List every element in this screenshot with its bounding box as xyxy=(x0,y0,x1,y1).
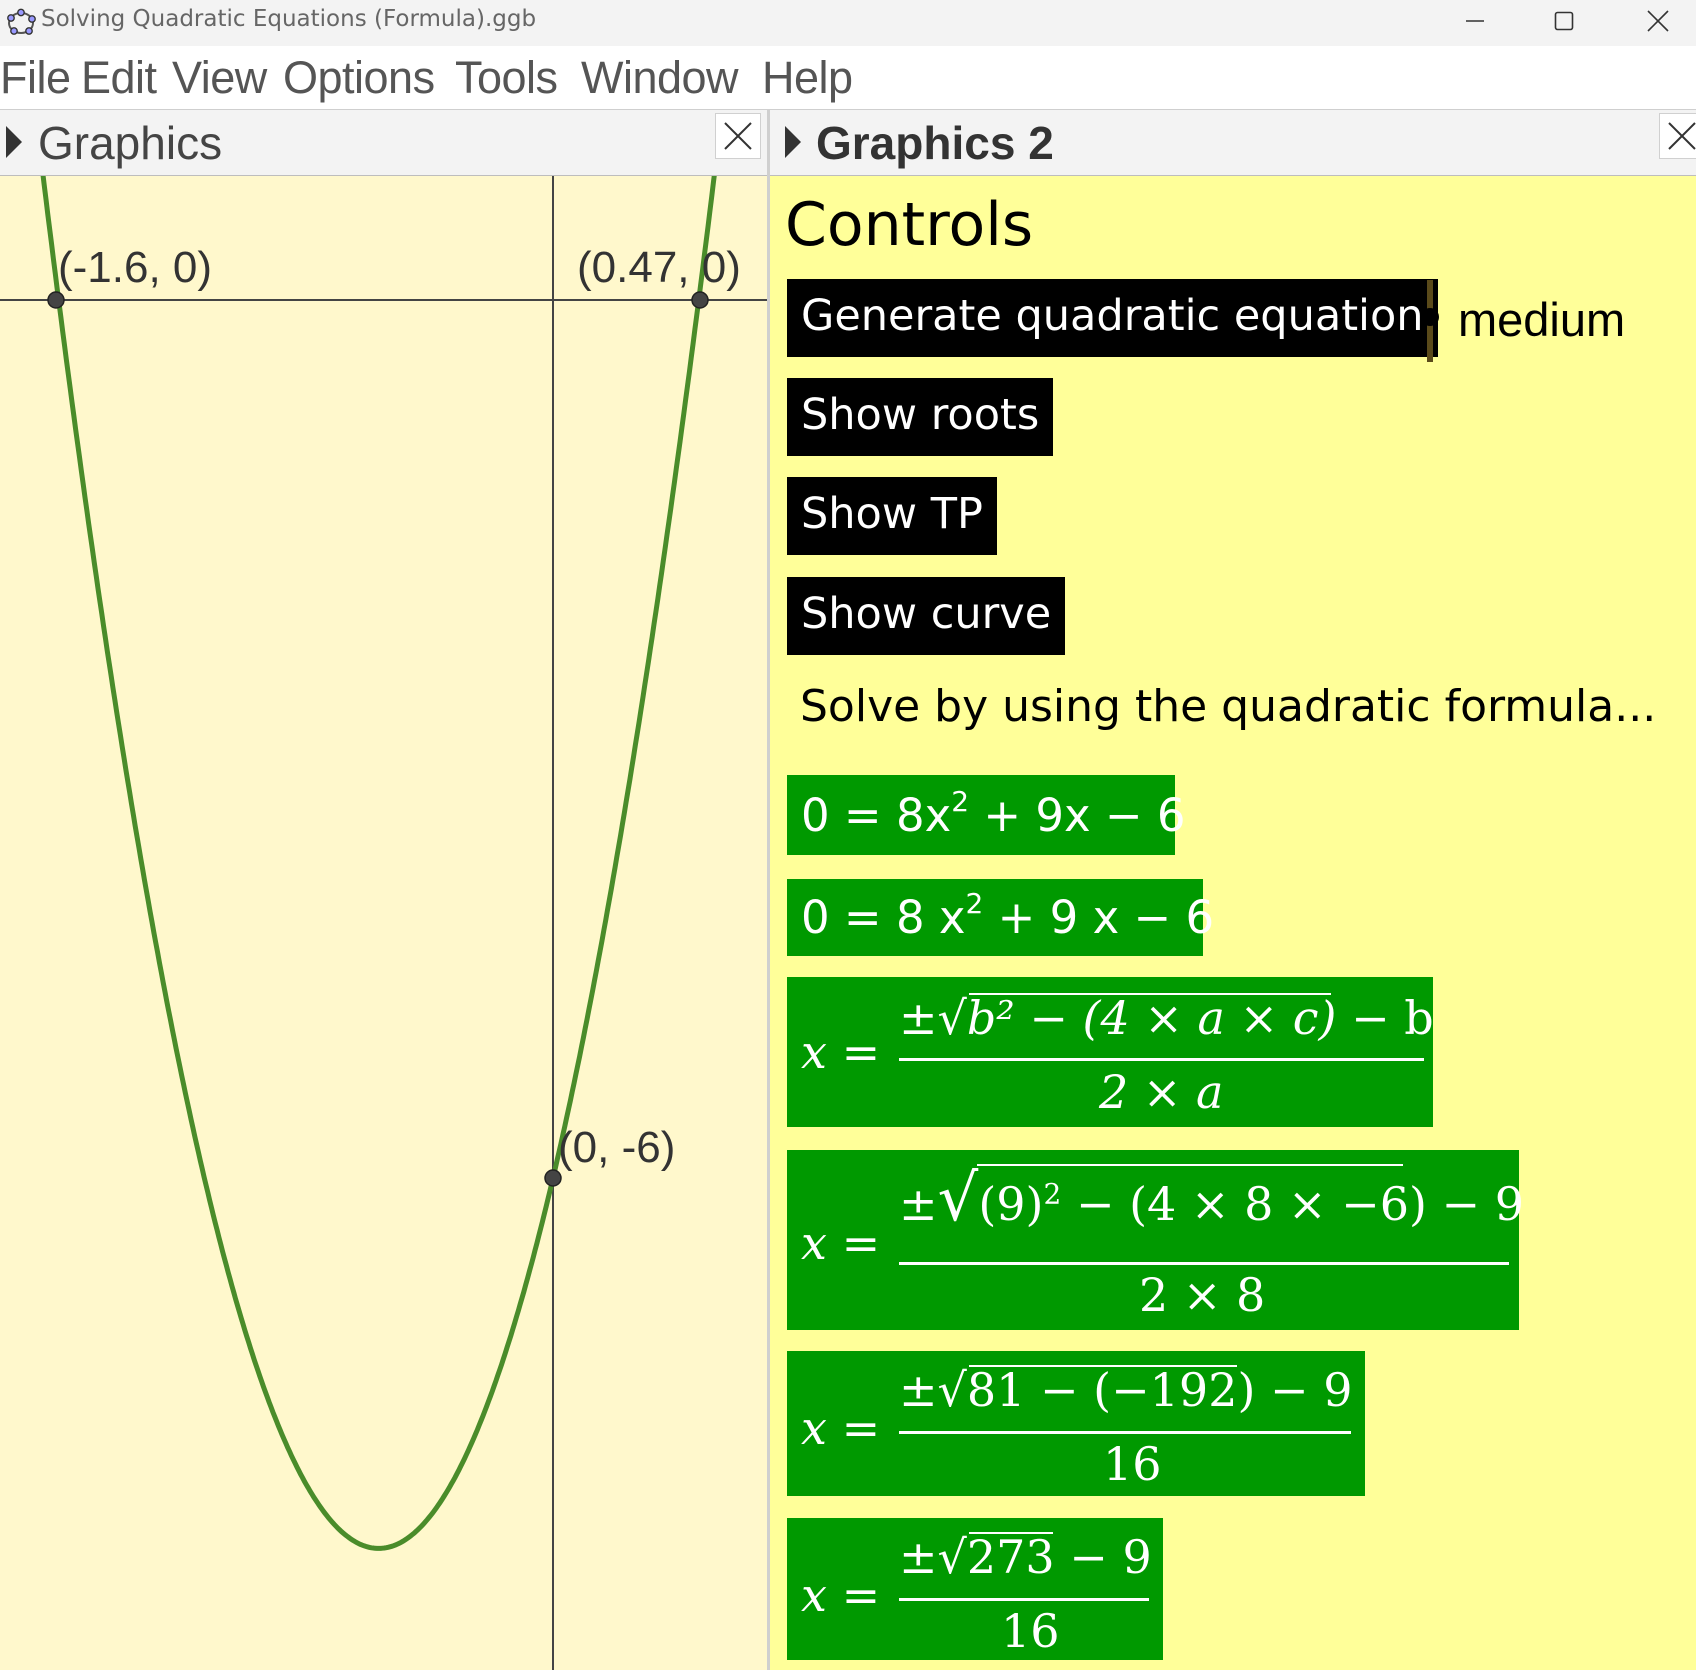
instruction-text: Solve by using the quadratic formula... xyxy=(800,681,1657,732)
eq2-rhs: + 9 x − 6 xyxy=(983,891,1215,944)
graph-canvas[interactable]: (-1.6, 0) (0.47, 0) (0, -6) xyxy=(0,176,767,1670)
eq1-lhs: 0 = 8x xyxy=(801,789,952,842)
menu-edit[interactable]: Edit xyxy=(81,52,157,104)
eq2-lhs: 0 = 8 x xyxy=(801,891,966,944)
menu-view[interactable]: View xyxy=(172,52,267,104)
sqrt-icon: √ xyxy=(937,1363,967,1417)
menu-file[interactable]: File xyxy=(0,52,71,104)
menu-window[interactable]: Window xyxy=(581,52,739,104)
formula-substituted-numerator: ±√(9)2 − (4 × 8 × −6) − 9 xyxy=(899,1167,1524,1231)
root-label-right: (0.47, 0) xyxy=(577,243,741,292)
show-tp-button[interactable]: Show TP xyxy=(787,477,997,555)
formula-general-denominator: 2 × a xyxy=(1099,1065,1224,1119)
radical-vinculum xyxy=(977,1164,1403,1166)
formula-substituted-denominator: 2 × 8 xyxy=(1139,1268,1266,1322)
plus-minus-sign: ± xyxy=(899,1363,938,1417)
close-graphics-button[interactable] xyxy=(715,113,761,159)
formula-box-general: x = ±√b² − (4 × a × c) − b 2 × a xyxy=(787,977,1434,1127)
radical-vinculum xyxy=(969,993,1331,995)
formula-box-simplified: x = ±√81 − (−192) − 9 16 xyxy=(787,1351,1365,1496)
fraction-bar xyxy=(899,1262,1509,1265)
sqrt-icon: √ xyxy=(937,1530,967,1584)
menu-options[interactable]: Options xyxy=(283,52,435,104)
formula-simplified-denominator: 16 xyxy=(1103,1437,1162,1491)
maximize-button[interactable] xyxy=(1526,0,1602,42)
radical-vinculum xyxy=(969,1365,1237,1367)
root-label-left: (-1.6, 0) xyxy=(58,243,212,292)
expand-caret-icon[interactable] xyxy=(785,126,801,158)
numerator-tail: − 9 xyxy=(1255,1363,1353,1417)
numerator-tail: − 9 xyxy=(1426,1177,1524,1231)
difficulty-slider-knob[interactable] xyxy=(1421,308,1439,326)
equation-1: 0 = 8x2 + 9x − 6 xyxy=(801,785,1186,842)
show-roots-button[interactable]: Show roots xyxy=(787,378,1054,456)
formula-simplified-lhs: x = xyxy=(801,1401,881,1455)
minimize-icon xyxy=(1466,20,1484,22)
numerator-tail: − 9 xyxy=(1054,1530,1152,1584)
radicand-part-a: (9) xyxy=(978,1177,1044,1231)
numerator-tail: − b xyxy=(1336,991,1434,1045)
menu-help[interactable]: Help xyxy=(762,52,853,104)
radicand: b² − (4 × a × c) xyxy=(966,991,1337,1045)
root-point-right xyxy=(691,291,709,309)
radical-vinculum xyxy=(969,1532,1053,1534)
fraction-bar xyxy=(899,1431,1351,1434)
formula-final-lhs: x = xyxy=(801,1568,881,1622)
formula-general-lhs: x = xyxy=(801,1025,881,1079)
geogebra-app-icon xyxy=(7,8,36,35)
fraction-bar xyxy=(899,1058,1424,1061)
eq1-rhs: + 9x − 6 xyxy=(969,789,1186,842)
maximize-icon xyxy=(1554,11,1574,31)
generate-equation-button[interactable]: Generate quadratic equation xyxy=(787,279,1438,357)
equation-box-2: 0 = 8 x2 + 9 x − 6 xyxy=(787,879,1214,956)
menu-bar: File Edit View Options Tools Window Help xyxy=(0,46,1696,110)
root-point-left xyxy=(47,291,65,309)
radicand-exponent: 2 xyxy=(1043,1177,1062,1211)
equation-box-1: 0 = 8x2 + 9x − 6 xyxy=(787,775,1186,855)
graphics2-panel-header: Graphics 2 xyxy=(770,110,1696,176)
formula-general-numerator: ±√b² − (4 × a × c) − b xyxy=(899,991,1434,1045)
close-window-button[interactable] xyxy=(1620,0,1696,42)
graphics-panel-header: Graphics xyxy=(0,110,767,176)
graphics2-panel-title: Graphics 2 xyxy=(816,117,1054,169)
y-intercept-point xyxy=(544,1169,562,1187)
y-intercept-label: (0, -6) xyxy=(558,1123,675,1172)
close-icon xyxy=(1668,122,1696,150)
show-curve-button[interactable]: Show curve xyxy=(787,577,1066,655)
menu-tools[interactable]: Tools xyxy=(455,52,558,104)
close-icon xyxy=(1647,10,1669,32)
title-bar: Solving Quadratic Equations (Formula).gg… xyxy=(0,0,1696,46)
parabola-curve xyxy=(40,176,717,1551)
equation-2: 0 = 8 x2 + 9 x − 6 xyxy=(801,887,1215,944)
formula-simplified-numerator: ±√81 − (−192) − 9 xyxy=(899,1363,1352,1417)
radicand-part-b: − (4 × 8 × −6) xyxy=(1061,1177,1427,1231)
fraction-bar xyxy=(899,1598,1149,1601)
close-icon xyxy=(724,122,752,150)
window-title: Solving Quadratic Equations (Formula).gg… xyxy=(41,6,537,32)
eq1-exp: 2 xyxy=(951,785,970,818)
formula-box-final: x = ±√273 − 9 16 xyxy=(787,1518,1163,1660)
radicand: 273 xyxy=(966,1530,1055,1584)
graphics2-view: Controls Generate quadratic equation med… xyxy=(770,176,1696,1670)
eq2-exp: 2 xyxy=(965,887,984,920)
formula-substituted-lhs: x = xyxy=(801,1216,881,1270)
sqrt-icon: √ xyxy=(937,1162,979,1236)
graphics-view[interactable]: (-1.6, 0) (0.47, 0) (0, -6) xyxy=(0,176,767,1670)
radicand: 81 − (−192) xyxy=(966,1363,1256,1417)
plus-minus-sign: ± xyxy=(899,991,938,1045)
sqrt-icon: √ xyxy=(937,991,967,1045)
difficulty-label: medium xyxy=(1458,293,1626,346)
formula-final-numerator: ±√273 − 9 xyxy=(899,1530,1152,1584)
expand-caret-icon[interactable] xyxy=(6,126,22,158)
plus-minus-sign: ± xyxy=(899,1530,938,1584)
formula-box-substituted: x = ±√(9)2 − (4 × 8 × −6) − 9 2 × 8 xyxy=(787,1150,1524,1330)
graphics-panel-title: Graphics xyxy=(38,117,223,169)
formula-final-denominator: 16 xyxy=(1001,1604,1060,1658)
minimize-button[interactable] xyxy=(1437,0,1513,42)
controls-heading: Controls xyxy=(785,190,1034,260)
plus-minus-sign: ± xyxy=(899,1177,938,1231)
close-graphics2-button[interactable] xyxy=(1659,113,1696,159)
